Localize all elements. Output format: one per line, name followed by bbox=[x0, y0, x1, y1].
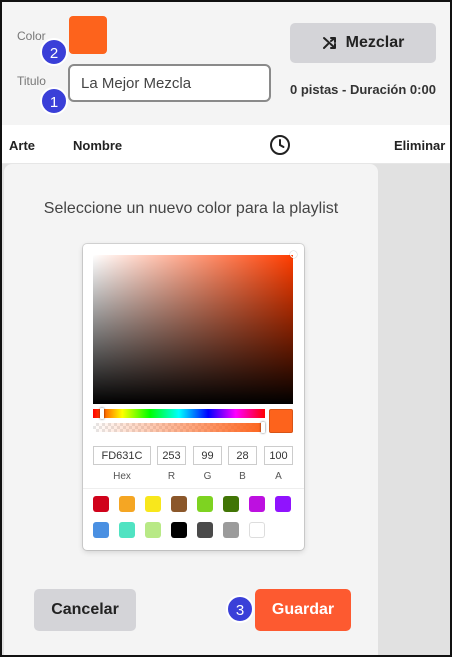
hex-label: Hex bbox=[113, 471, 131, 482]
column-name: Nombre bbox=[73, 138, 123, 153]
shuffle-icon bbox=[322, 35, 338, 51]
preset-swatch[interactable] bbox=[275, 496, 291, 512]
color-modal: Seleccione un nuevo color para la playli… bbox=[4, 164, 378, 655]
preset-swatch[interactable] bbox=[249, 496, 265, 512]
saturation-pointer[interactable] bbox=[290, 251, 297, 258]
column-delete: Eliminar bbox=[394, 138, 446, 153]
hex-input[interactable] bbox=[93, 446, 151, 465]
color-picker: Hex R G B A bbox=[83, 244, 304, 550]
preset-swatches bbox=[83, 488, 304, 550]
step-badge-3: 3 bbox=[226, 595, 254, 623]
column-art: Arte bbox=[9, 138, 36, 153]
playlist-stats: 0 pistas - Duración 0:00 bbox=[290, 82, 436, 97]
green-input[interactable] bbox=[193, 446, 222, 465]
step-badge-1: 1 bbox=[40, 87, 68, 115]
preset-swatch[interactable] bbox=[223, 522, 239, 538]
preset-swatch[interactable] bbox=[197, 496, 213, 512]
shuffle-label: Mezclar bbox=[345, 34, 405, 51]
color-preview bbox=[269, 409, 293, 433]
red-input[interactable] bbox=[157, 446, 186, 465]
alpha-label: A bbox=[275, 471, 282, 482]
saturation-area[interactable] bbox=[93, 251, 297, 404]
color-label: Color bbox=[17, 29, 46, 43]
playlist-window: Color Titulo 2 1 Mezclar 0 pistas - Dura… bbox=[0, 0, 452, 657]
preset-swatch[interactable] bbox=[145, 522, 161, 538]
preset-swatch[interactable] bbox=[119, 496, 135, 512]
alpha-slider[interactable] bbox=[93, 422, 265, 433]
blue-input[interactable] bbox=[228, 446, 257, 465]
preset-swatch[interactable] bbox=[171, 496, 187, 512]
alpha-thumb[interactable] bbox=[261, 422, 265, 433]
preset-swatch[interactable] bbox=[145, 496, 161, 512]
blue-label: B bbox=[239, 471, 246, 482]
title-input[interactable] bbox=[68, 64, 271, 102]
preset-swatch[interactable] bbox=[93, 522, 109, 538]
preset-swatch[interactable] bbox=[223, 496, 239, 512]
cancel-button[interactable]: Cancelar bbox=[34, 589, 136, 631]
step-badge-2: 2 bbox=[40, 38, 68, 66]
hue-slider[interactable] bbox=[93, 408, 265, 419]
table-header: Arte Nombre Eliminar bbox=[2, 125, 450, 164]
preset-swatch[interactable] bbox=[93, 496, 109, 512]
preset-swatch[interactable] bbox=[119, 522, 135, 538]
color-swatch-button[interactable] bbox=[69, 16, 107, 54]
hue-thumb[interactable] bbox=[99, 408, 104, 419]
preset-swatch[interactable] bbox=[171, 522, 187, 538]
title-label: Titulo bbox=[17, 74, 46, 88]
modal-title: Seleccione un nuevo color para la playli… bbox=[43, 200, 339, 217]
playlist-header: Color Titulo 2 1 Mezclar 0 pistas - Dura… bbox=[2, 2, 450, 125]
save-button[interactable]: Guardar bbox=[255, 589, 351, 631]
green-label: G bbox=[203, 471, 212, 482]
preset-swatch[interactable] bbox=[249, 522, 265, 538]
clock-icon bbox=[269, 134, 291, 161]
shuffle-button[interactable]: Mezclar bbox=[290, 23, 436, 63]
preset-swatch[interactable] bbox=[197, 522, 213, 538]
red-label: R bbox=[167, 471, 176, 482]
alpha-input[interactable] bbox=[264, 446, 293, 465]
